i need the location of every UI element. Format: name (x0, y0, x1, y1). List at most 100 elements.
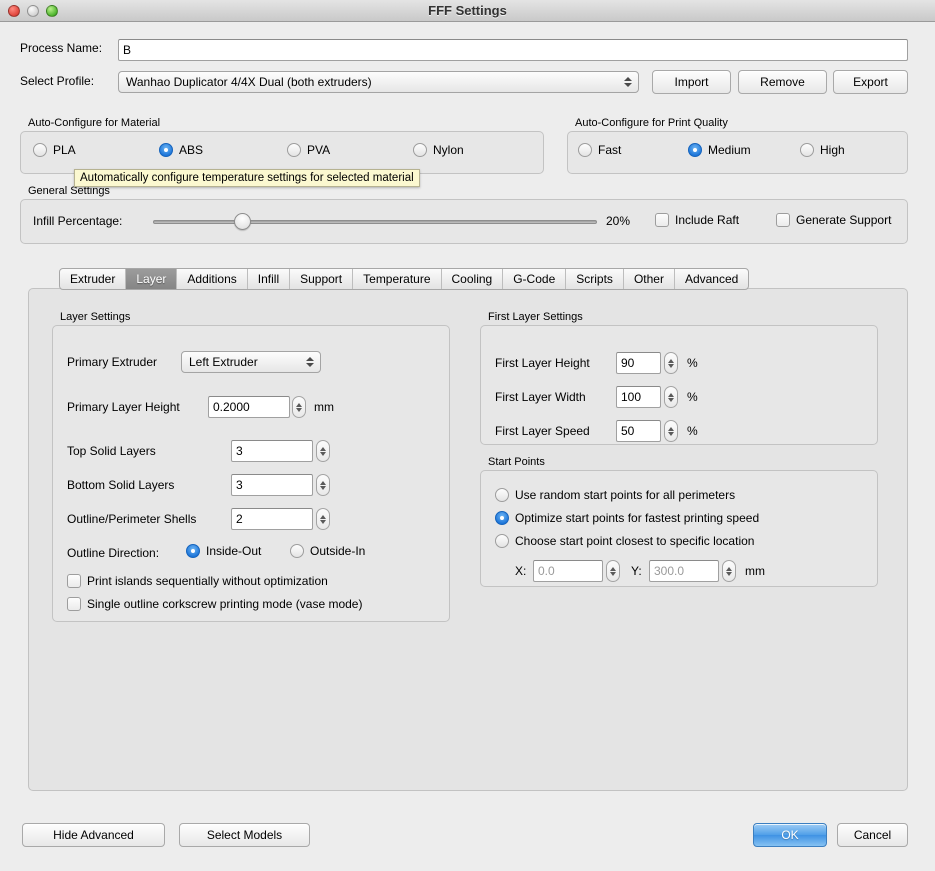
hide-advanced-button[interactable]: Hide Advanced (22, 823, 165, 847)
radio-label: Inside-Out (206, 544, 262, 558)
start-point-x-stepper[interactable] (606, 560, 620, 582)
export-button[interactable]: Export (833, 70, 908, 94)
import-button[interactable]: Import (652, 70, 731, 94)
radio-material-pva[interactable]: PVA (287, 143, 330, 157)
tab-other[interactable]: Other (624, 269, 675, 289)
radio-label: Optimize start points for fastest printi… (515, 511, 760, 525)
slider-thumb[interactable] (233, 213, 251, 230)
checkbox-icon (67, 574, 81, 588)
bottom-solid-layers-stepper[interactable] (316, 474, 330, 496)
checkbox-label: Generate Support (796, 213, 892, 227)
radio-quality-fast[interactable]: Fast (578, 143, 621, 157)
material-tooltip: Automatically configure temperature sett… (74, 169, 420, 187)
checkbox-label: Single outline corkscrew printing mode (… (87, 597, 363, 611)
settings-tabbar[interactable]: Extruder Layer Additions Infill Support … (59, 268, 750, 290)
radio-quality-medium[interactable]: Medium (688, 143, 751, 157)
infill-percentage-slider[interactable] (153, 211, 597, 233)
tab-scripts[interactable]: Scripts (566, 269, 624, 289)
first-layer-settings-group: First Layer Settings First Layer Height … (480, 311, 878, 445)
radio-closest-start-point[interactable]: Choose start point closest to specific l… (495, 534, 754, 548)
ok-button[interactable]: OK (753, 823, 827, 847)
select-profile-dropdown[interactable]: Wanhao Duplicator 4/4X Dual (both extrud… (118, 71, 639, 93)
process-name-input[interactable]: B (118, 39, 908, 61)
first-layer-height-label: First Layer Height (495, 356, 590, 370)
checkbox-print-islands[interactable]: Print islands sequentially without optim… (67, 574, 328, 588)
top-solid-layers-label: Top Solid Layers (67, 444, 156, 458)
checkbox-generate-support[interactable]: Generate Support (776, 213, 891, 227)
layer-settings-body: Primary Extruder Left Extruder Primary L… (52, 325, 450, 622)
select-profile-value: Wanhao Duplicator 4/4X Dual (both extrud… (126, 75, 372, 89)
infill-percentage-label: Infill Percentage: (33, 214, 123, 228)
tab-additions[interactable]: Additions (177, 269, 248, 289)
first-layer-height-stepper[interactable] (664, 352, 678, 374)
radio-outline-outside-in[interactable]: Outside-In (290, 544, 365, 558)
checkbox-icon (67, 597, 81, 611)
radio-quality-high[interactable]: High (800, 143, 845, 157)
radio-icon (495, 534, 509, 548)
radio-label: PLA (53, 143, 76, 157)
chevron-updown-icon (624, 77, 632, 87)
start-point-x-input[interactable]: 0.0 (533, 560, 603, 582)
first-layer-speed-unit: % (687, 424, 698, 438)
first-layer-speed-stepper[interactable] (664, 420, 678, 442)
tab-layer[interactable]: Layer (126, 269, 178, 289)
checkbox-icon (655, 213, 669, 227)
radio-random-start-points[interactable]: Use random start points for all perimete… (495, 488, 735, 502)
outline-shells-label: Outline/Perimeter Shells (67, 512, 197, 526)
outline-shells-input[interactable]: 2 (231, 508, 313, 530)
start-point-y-stepper[interactable] (722, 560, 736, 582)
tab-advanced[interactable]: Advanced (675, 269, 748, 289)
auto-configure-material-group: Auto-Configure for Material PLA ABS PVA … (20, 117, 544, 174)
tab-cooling[interactable]: Cooling (442, 269, 504, 289)
radio-icon (578, 143, 592, 157)
primary-layer-height-stepper[interactable] (292, 396, 306, 418)
remove-button[interactable]: Remove (738, 70, 827, 94)
radio-optimize-start-points[interactable]: Optimize start points for fastest printi… (495, 511, 759, 525)
tab-support[interactable]: Support (290, 269, 354, 289)
tab-infill[interactable]: Infill (248, 269, 291, 289)
cancel-button[interactable]: Cancel (837, 823, 908, 847)
radio-material-pla[interactable]: PLA (33, 143, 76, 157)
select-models-button[interactable]: Select Models (179, 823, 310, 847)
start-point-y-input[interactable]: 300.0 (649, 560, 719, 582)
bottom-solid-layers-input[interactable]: 3 (231, 474, 313, 496)
radio-icon (495, 488, 509, 502)
radio-icon (413, 143, 427, 157)
tab-temperature[interactable]: Temperature (353, 269, 442, 289)
first-layer-width-stepper[interactable] (664, 386, 678, 408)
select-profile-row: Select Profile: (20, 74, 94, 88)
quality-group-title: Auto-Configure for Print Quality (575, 117, 728, 129)
top-solid-layers-input[interactable]: 3 (231, 440, 313, 462)
first-layer-speed-input[interactable]: 50 (616, 420, 661, 442)
radio-outline-inside-out[interactable]: Inside-Out (186, 544, 261, 558)
checkbox-vase-mode[interactable]: Single outline corkscrew printing mode (… (67, 597, 362, 611)
select-profile-label: Select Profile: (20, 74, 95, 88)
first-layer-body: First Layer Height 90 % First Layer Widt… (480, 325, 878, 445)
general-settings-group: General Settings Infill Percentage: 20% … (20, 185, 908, 244)
checkbox-include-raft[interactable]: Include Raft (655, 213, 739, 227)
checkbox-label: Include Raft (675, 213, 740, 227)
radio-material-nylon[interactable]: Nylon (413, 143, 464, 157)
first-layer-height-input[interactable]: 90 (616, 352, 661, 374)
checkbox-label: Print islands sequentially without optim… (87, 574, 328, 588)
radio-icon (159, 143, 173, 157)
outline-direction-label: Outline Direction: (67, 546, 160, 560)
tab-extruder[interactable]: Extruder (60, 269, 127, 289)
radio-label: Outside-In (310, 544, 366, 558)
tab-gcode[interactable]: G-Code (503, 269, 567, 289)
first-layer-width-input[interactable]: 100 (616, 386, 661, 408)
infill-percentage-value: 20% (606, 214, 631, 228)
radio-label: Choose start point closest to specific l… (515, 534, 755, 548)
first-layer-width-unit: % (687, 390, 698, 404)
layer-settings-group: Layer Settings Primary Extruder Left Ext… (52, 311, 450, 622)
top-solid-layers-stepper[interactable] (316, 440, 330, 462)
first-layer-title: First Layer Settings (488, 311, 583, 323)
outline-shells-stepper[interactable] (316, 508, 330, 530)
primary-layer-height-input[interactable]: 0.2000 (208, 396, 290, 418)
primary-extruder-value: Left Extruder (189, 355, 258, 369)
checkbox-icon (776, 213, 790, 227)
start-points-body: Use random start points for all perimete… (480, 470, 878, 587)
primary-extruder-dropdown[interactable]: Left Extruder (181, 351, 321, 373)
radio-label: Nylon (433, 143, 464, 157)
radio-material-abs[interactable]: ABS (159, 143, 203, 157)
